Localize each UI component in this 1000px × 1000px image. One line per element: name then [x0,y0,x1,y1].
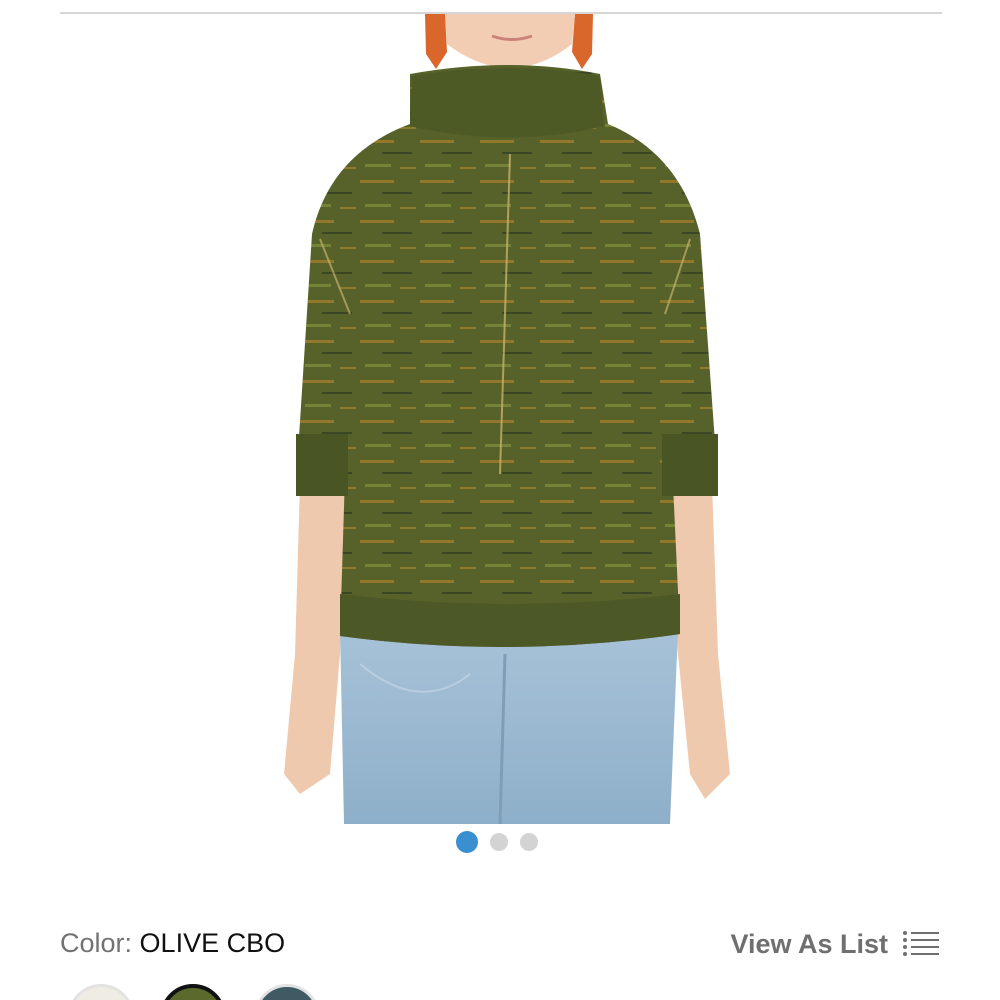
color-label-text: Color: [60,928,133,958]
color-value: OLIVE CBO [139,928,286,958]
carousel-dots [456,831,538,853]
list-icon [903,931,939,956]
carousel-dot-3[interactable] [520,833,538,851]
sweater-photo [284,14,730,825]
swatch-olive[interactable] [160,984,226,1000]
color-swatches [0,984,1000,1000]
view-as-list-label: View As List [730,928,888,959]
swatch-teal[interactable] [254,984,320,1000]
product-image[interactable] [0,14,1000,825]
color-label: Color: OLIVE CBO [60,928,285,959]
swatch-ivory[interactable] [68,984,134,1000]
color-row: Color: OLIVE CBO View As List [60,922,940,966]
carousel-dot-1[interactable] [456,831,478,853]
view-as-list-button[interactable]: View As List [730,922,940,966]
product-page: Color: OLIVE CBO View As List [0,0,1000,1000]
carousel-dot-2[interactable] [490,833,508,851]
